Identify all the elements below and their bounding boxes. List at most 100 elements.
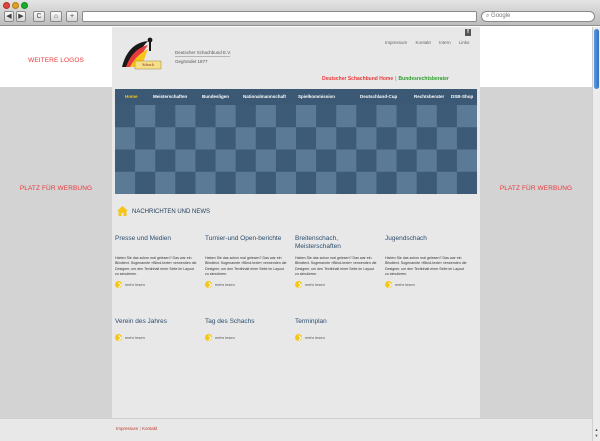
club-divider [175, 56, 230, 57]
facebook-icon[interactable]: f [465, 29, 471, 36]
dsb-home-link[interactable]: Deutscher Schachbund Home [322, 76, 393, 82]
board-square [356, 171, 377, 194]
read-more-label: mehr lesen [305, 335, 325, 340]
board-square [155, 105, 176, 128]
news-item-text: Haben Sie das schon mal gelesen? Das war… [205, 256, 287, 277]
nav-dsb-shop[interactable]: DSB-Shop [451, 89, 473, 105]
back-button[interactable]: ◀ [4, 11, 14, 22]
close-window-button[interactable] [3, 2, 10, 9]
board-square [195, 105, 216, 128]
read-more-link[interactable]: mehr lesen [385, 280, 467, 288]
board-square [195, 127, 216, 150]
footer-impressum-link[interactable]: Impressum [116, 426, 138, 431]
board-square [296, 171, 317, 194]
news-item-text: Haben Sie das schon mal gelesen? Das war… [115, 256, 197, 277]
news-item: Tag des Schachs mehr lesen [205, 318, 287, 341]
board-square [215, 105, 236, 128]
news-item-title[interactable]: Breitenschach, Meisterschaften [295, 235, 377, 251]
news-item: Breitenschach, Meisterschaften Haben Sie… [295, 235, 377, 288]
read-more-link[interactable]: mehr lesen [295, 280, 377, 288]
nav-spielkommission[interactable]: Spielkommission [298, 89, 335, 105]
scroll-down-arrow[interactable]: ▼ [594, 433, 599, 438]
footer-kontakt-link[interactable]: Kontakt [142, 426, 157, 431]
news-item-title[interactable]: Presse und Medien [115, 235, 197, 251]
news-item-title[interactable]: Tag des Schachs [205, 318, 287, 326]
board-square [235, 105, 257, 128]
web-page: WEITERE LOGOS PLATZ FÜR WERBUNG PLATZ FÜ… [0, 27, 592, 441]
board-square [396, 105, 417, 128]
right-ad-label: PLATZ FÜR WERBUNG [499, 185, 573, 192]
left-ad-label: PLATZ FÜR WERBUNG [19, 185, 93, 192]
toplink-kontakt[interactable]: Kontakt [416, 40, 431, 45]
read-more-link[interactable]: mehr lesen [205, 334, 287, 341]
arrow-right-icon [205, 280, 212, 288]
board-square [255, 127, 277, 150]
logos-area: WEITERE LOGOS [0, 27, 112, 87]
minimize-window-button[interactable] [12, 2, 19, 9]
right-ad-area: PLATZ FÜR WERBUNG [480, 87, 592, 418]
news-item-title[interactable]: Terminplan [295, 318, 377, 326]
vertical-scrollbar[interactable]: ▲ ▼ [592, 27, 600, 441]
board-square [436, 171, 458, 194]
news-item-title[interactable]: Turnier-und Open-berichte [205, 235, 287, 251]
nav-rechtsberater[interactable]: Rechtsberater [414, 89, 444, 105]
reload-button[interactable]: C [33, 11, 45, 22]
board-square [175, 171, 196, 194]
address-bar[interactable] [82, 11, 477, 22]
footer-links: Impressum | Kontakt [116, 426, 157, 431]
board-square [436, 127, 458, 150]
scrollbar-thumb[interactable] [594, 29, 599, 89]
add-bookmark-button[interactable]: + [66, 11, 78, 22]
nav-bundesligen[interactable]: Bundesligen [202, 89, 229, 105]
read-more-link[interactable]: mehr lesen [115, 280, 197, 288]
nav-deutschland-cup[interactable]: Deutschland-Cup [360, 89, 397, 105]
board-square [376, 127, 397, 150]
forward-button[interactable]: ▶ [16, 11, 26, 22]
news-item: Jugendschach Haben Sie das schon mal gel… [385, 235, 467, 288]
board-square [115, 127, 136, 150]
news-item: Turnier-und Open-berichte Haben Sie das … [205, 235, 287, 288]
board-square [155, 149, 176, 173]
board-square [416, 105, 438, 128]
brand-line: Deutscher Schachbund Home | Bundesrechtsbe… [322, 76, 449, 82]
board-square [296, 105, 317, 128]
read-more-link[interactable]: mehr lesen [115, 334, 197, 341]
arrow-right-icon [385, 280, 392, 288]
main-content: Schach Deutscher Schachbund E.V. Gegründ… [112, 27, 480, 418]
home-button[interactable]: ⌂ [50, 11, 62, 22]
board-square [356, 127, 377, 150]
board-square [235, 171, 257, 194]
board-square [275, 171, 297, 194]
scroll-up-arrow[interactable]: ▲ [594, 427, 599, 432]
board-square [175, 127, 196, 150]
news-item-title[interactable]: Verein des Jahres [115, 318, 197, 326]
board-square [255, 171, 277, 194]
board-square [456, 105, 477, 128]
svg-text:Schach: Schach [142, 62, 154, 67]
board-square [336, 105, 357, 128]
read-more-link[interactable]: mehr lesen [295, 334, 377, 341]
more-logos-label: WEITERE LOGOS [28, 57, 84, 64]
board-square [376, 171, 397, 194]
toplink-impressum[interactable]: Impressum [385, 40, 407, 45]
board-square [235, 149, 257, 173]
read-more-label: mehr lesen [305, 281, 325, 287]
home-icon [117, 206, 128, 216]
search-field[interactable]: ⌕ Google [481, 11, 595, 22]
board-square [175, 105, 196, 128]
nav-meisterschaften[interactable]: Meisterschaften [153, 89, 187, 105]
toplink-links[interactable]: Links [459, 40, 470, 45]
legal-advisor-link[interactable]: Bundesrechtsberater [399, 76, 449, 82]
board-square [456, 149, 477, 173]
toplink-intern[interactable]: Intern [439, 40, 451, 45]
zoom-window-button[interactable] [21, 2, 28, 9]
news-item-text: Haben Sie das schon mal gelesen? Das war… [385, 256, 467, 277]
board-square [336, 127, 357, 150]
nav-nationalmannschaft[interactable]: Nationalmannschaft [243, 89, 286, 105]
nav-home[interactable]: Home [125, 89, 138, 105]
arrow-right-icon [295, 280, 302, 288]
dsb-logo[interactable]: Schach [118, 33, 164, 75]
read-more-link[interactable]: mehr lesen [205, 280, 287, 288]
news-item-title[interactable]: Jugendschach [385, 235, 467, 251]
board-square [175, 149, 196, 173]
